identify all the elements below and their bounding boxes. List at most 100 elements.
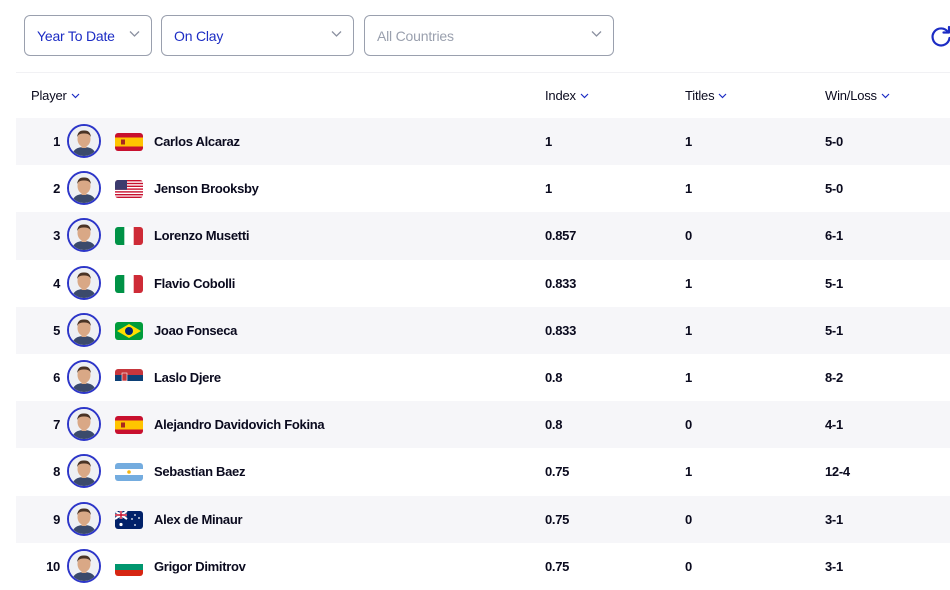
chevron-down-icon: [129, 30, 140, 38]
column-header-label: Win/Loss: [825, 88, 877, 103]
player-titles: 0: [685, 417, 692, 433]
period-select-value: Year To Date: [37, 27, 115, 44]
flag-serbia-icon: [115, 369, 143, 387]
player-name[interactable]: Carlos Alcaraz: [154, 134, 240, 149]
player-index: 0.8: [545, 417, 563, 433]
table-row[interactable]: 3 Lorenzo Musetti 0.857 0 6-1: [16, 212, 950, 260]
rankings-table: Player Index Titles Win/Loss 1 Carlos Alc…: [16, 72, 950, 590]
player-rank: 6: [53, 369, 60, 385]
player-titles: 1: [685, 134, 692, 149]
table-row[interactable]: 1 Carlos Alcaraz 1 1 5-0: [16, 118, 950, 166]
table-row[interactable]: 5 Joao Fonseca 0.833 1 5-1: [16, 306, 950, 354]
player-win-loss: 3-1: [825, 511, 843, 527]
table-row[interactable]: 8 Sebastian Baez 0.75 1 12-4: [16, 448, 950, 495]
player-index: 0.75: [545, 464, 570, 480]
player-win-loss: 5-0: [825, 181, 843, 197]
avatar[interactable]: [67, 171, 101, 206]
player-win-loss: 5-1: [825, 275, 843, 291]
player-name[interactable]: Sebastian Baez: [154, 464, 245, 479]
player-win-loss: 12-4: [825, 464, 850, 480]
chevron-down-icon: [331, 30, 342, 38]
chevron-down-icon: [580, 93, 589, 99]
player-rank: 9: [53, 511, 60, 527]
player-rank: 3: [53, 228, 60, 244]
flag-argentina-icon: [115, 463, 143, 481]
avatar[interactable]: [67, 218, 101, 253]
table-row[interactable]: 7 Alejandro Davidovich Fokina 0.8 0 4-1: [16, 401, 950, 449]
avatar[interactable]: [67, 407, 101, 442]
player-index: 0.75: [545, 558, 570, 574]
column-header-label: Titles: [685, 88, 715, 103]
player-win-loss: 5-1: [825, 322, 843, 338]
player-win-loss: 8-2: [825, 369, 843, 385]
avatar[interactable]: [67, 548, 101, 583]
player-rank: 4: [53, 275, 60, 291]
player-titles: 0: [685, 228, 692, 244]
surface-select-value: On Clay: [174, 27, 224, 44]
country-select[interactable]: All Countries: [364, 15, 614, 56]
player-name[interactable]: Lorenzo Musetti: [154, 228, 249, 243]
player-name[interactable]: Alejandro Davidovich Fokina: [154, 417, 325, 432]
country-select-placeholder: All Countries: [377, 27, 454, 44]
flag-italy-icon: [115, 227, 143, 245]
player-titles: 0: [685, 558, 692, 574]
player-titles: 1: [685, 322, 692, 338]
player-name[interactable]: Flavio Cobolli: [154, 276, 235, 291]
column-header-player[interactable]: Player: [31, 88, 80, 103]
flag-brazil-icon: [115, 322, 143, 340]
player-titles: 1: [685, 181, 692, 197]
column-header-label: Player: [31, 88, 67, 103]
avatar[interactable]: [67, 265, 101, 300]
player-titles: 1: [685, 464, 692, 480]
table-row[interactable]: 10 Grigor Dimitrov 0.75 0 3-1: [16, 543, 950, 590]
player-index: 0.833: [545, 322, 577, 338]
avatar[interactable]: [67, 454, 101, 489]
column-header-label: Index: [545, 88, 576, 103]
player-name[interactable]: Joao Fonseca: [154, 323, 237, 338]
player-rank: 1: [53, 134, 60, 149]
avatar[interactable]: [67, 501, 101, 536]
player-titles: 1: [685, 275, 692, 291]
avatar[interactable]: [67, 124, 101, 158]
player-name[interactable]: Jenson Brooksby: [154, 181, 259, 196]
player-name[interactable]: Alex de Minaur: [154, 512, 243, 527]
player-win-loss: 4-1: [825, 417, 843, 433]
table-header: Player Index Titles Win/Loss: [16, 72, 950, 118]
table-row[interactable]: 4 Flavio Cobolli 0.833 1 5-1: [16, 260, 950, 307]
player-rank: 8: [53, 464, 60, 480]
player-rank: 2: [53, 181, 60, 197]
player-rank: 10: [46, 558, 60, 574]
chevron-down-icon: [881, 93, 890, 99]
table-row[interactable]: 6 Laslo Djere 0.8 1 8-2: [16, 354, 950, 401]
refresh-icon[interactable]: [929, 24, 950, 48]
flag-usa-icon: [115, 180, 143, 198]
player-rank: 7: [53, 417, 60, 433]
flag-spain-icon: [115, 416, 143, 434]
table-row[interactable]: 2 Jenson Brooksby 1 1 5-0: [16, 165, 950, 212]
flag-spain-icon: [115, 133, 143, 151]
table-body: 1 Carlos Alcaraz 1 1 5-0 2 Jenson Brooksby 1 1 5-…: [16, 118, 950, 590]
avatar[interactable]: [67, 359, 101, 394]
player-name[interactable]: Grigor Dimitrov: [154, 559, 246, 574]
column-header-win-loss[interactable]: Win/Loss: [825, 88, 890, 103]
chevron-down-icon: [718, 93, 727, 99]
player-index: 1: [545, 134, 552, 149]
flag-italy-icon: [115, 275, 143, 293]
player-win-loss: 5-0: [825, 134, 843, 149]
player-index: 0.857: [545, 228, 577, 244]
period-select[interactable]: Year To Date: [24, 15, 152, 56]
table-row[interactable]: 9 Alex de Minaur 0.75 0 3-1: [16, 495, 950, 543]
player-titles: 1: [685, 369, 692, 385]
player-rank: 5: [53, 322, 60, 338]
surface-select[interactable]: On Clay: [161, 15, 354, 56]
chevron-down-icon: [591, 30, 602, 38]
player-index: 1: [545, 181, 552, 197]
player-index: 0.75: [545, 511, 570, 527]
player-win-loss: 6-1: [825, 228, 843, 244]
avatar[interactable]: [67, 312, 101, 347]
chevron-down-icon: [71, 93, 80, 99]
player-name[interactable]: Laslo Djere: [154, 370, 221, 385]
column-header-titles[interactable]: Titles: [685, 88, 727, 103]
player-index: 0.8: [545, 369, 563, 385]
column-header-index[interactable]: Index: [545, 88, 589, 103]
